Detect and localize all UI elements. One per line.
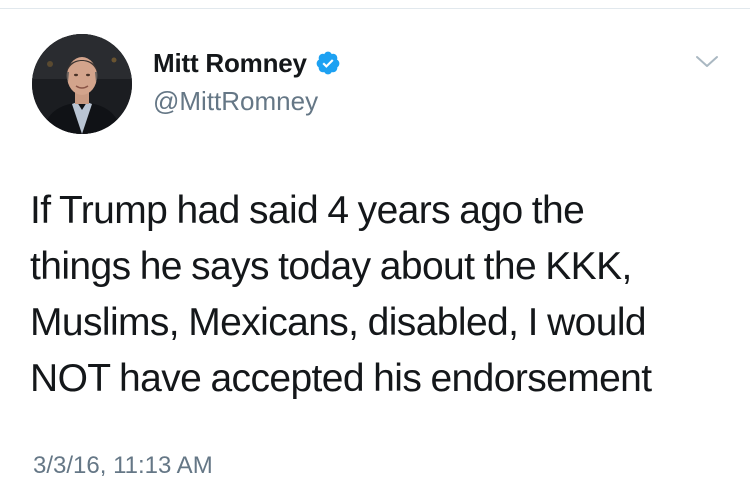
tweet-text: If Trump had said 4 years ago the things…: [30, 183, 730, 407]
chevron-down-icon[interactable]: [694, 52, 720, 72]
tweet-text-line: things he says today about the KKK,: [30, 245, 632, 288]
tweet-text-line: If Trump had said 4 years ago the: [30, 189, 585, 232]
author-display-name[interactable]: Mitt Romney: [153, 48, 307, 78]
avatar[interactable]: [32, 34, 132, 134]
tweet-text-line: Muslims, Mexicans, disabled, I would: [30, 301, 647, 344]
divider: [0, 8, 750, 9]
profile-photo: [32, 34, 132, 134]
tweet-card: Mitt Romney @MittRomney If Trump had sai…: [0, 0, 750, 503]
tweet-text-line: NOT have accepted his endorsement: [30, 357, 652, 400]
author-handle[interactable]: @MittRomney: [153, 86, 318, 116]
tweet-timestamp[interactable]: 3/3/16, 11:13 AM: [33, 451, 213, 481]
author-name-row: Mitt Romney: [153, 48, 341, 78]
verified-badge-icon: [315, 50, 341, 76]
